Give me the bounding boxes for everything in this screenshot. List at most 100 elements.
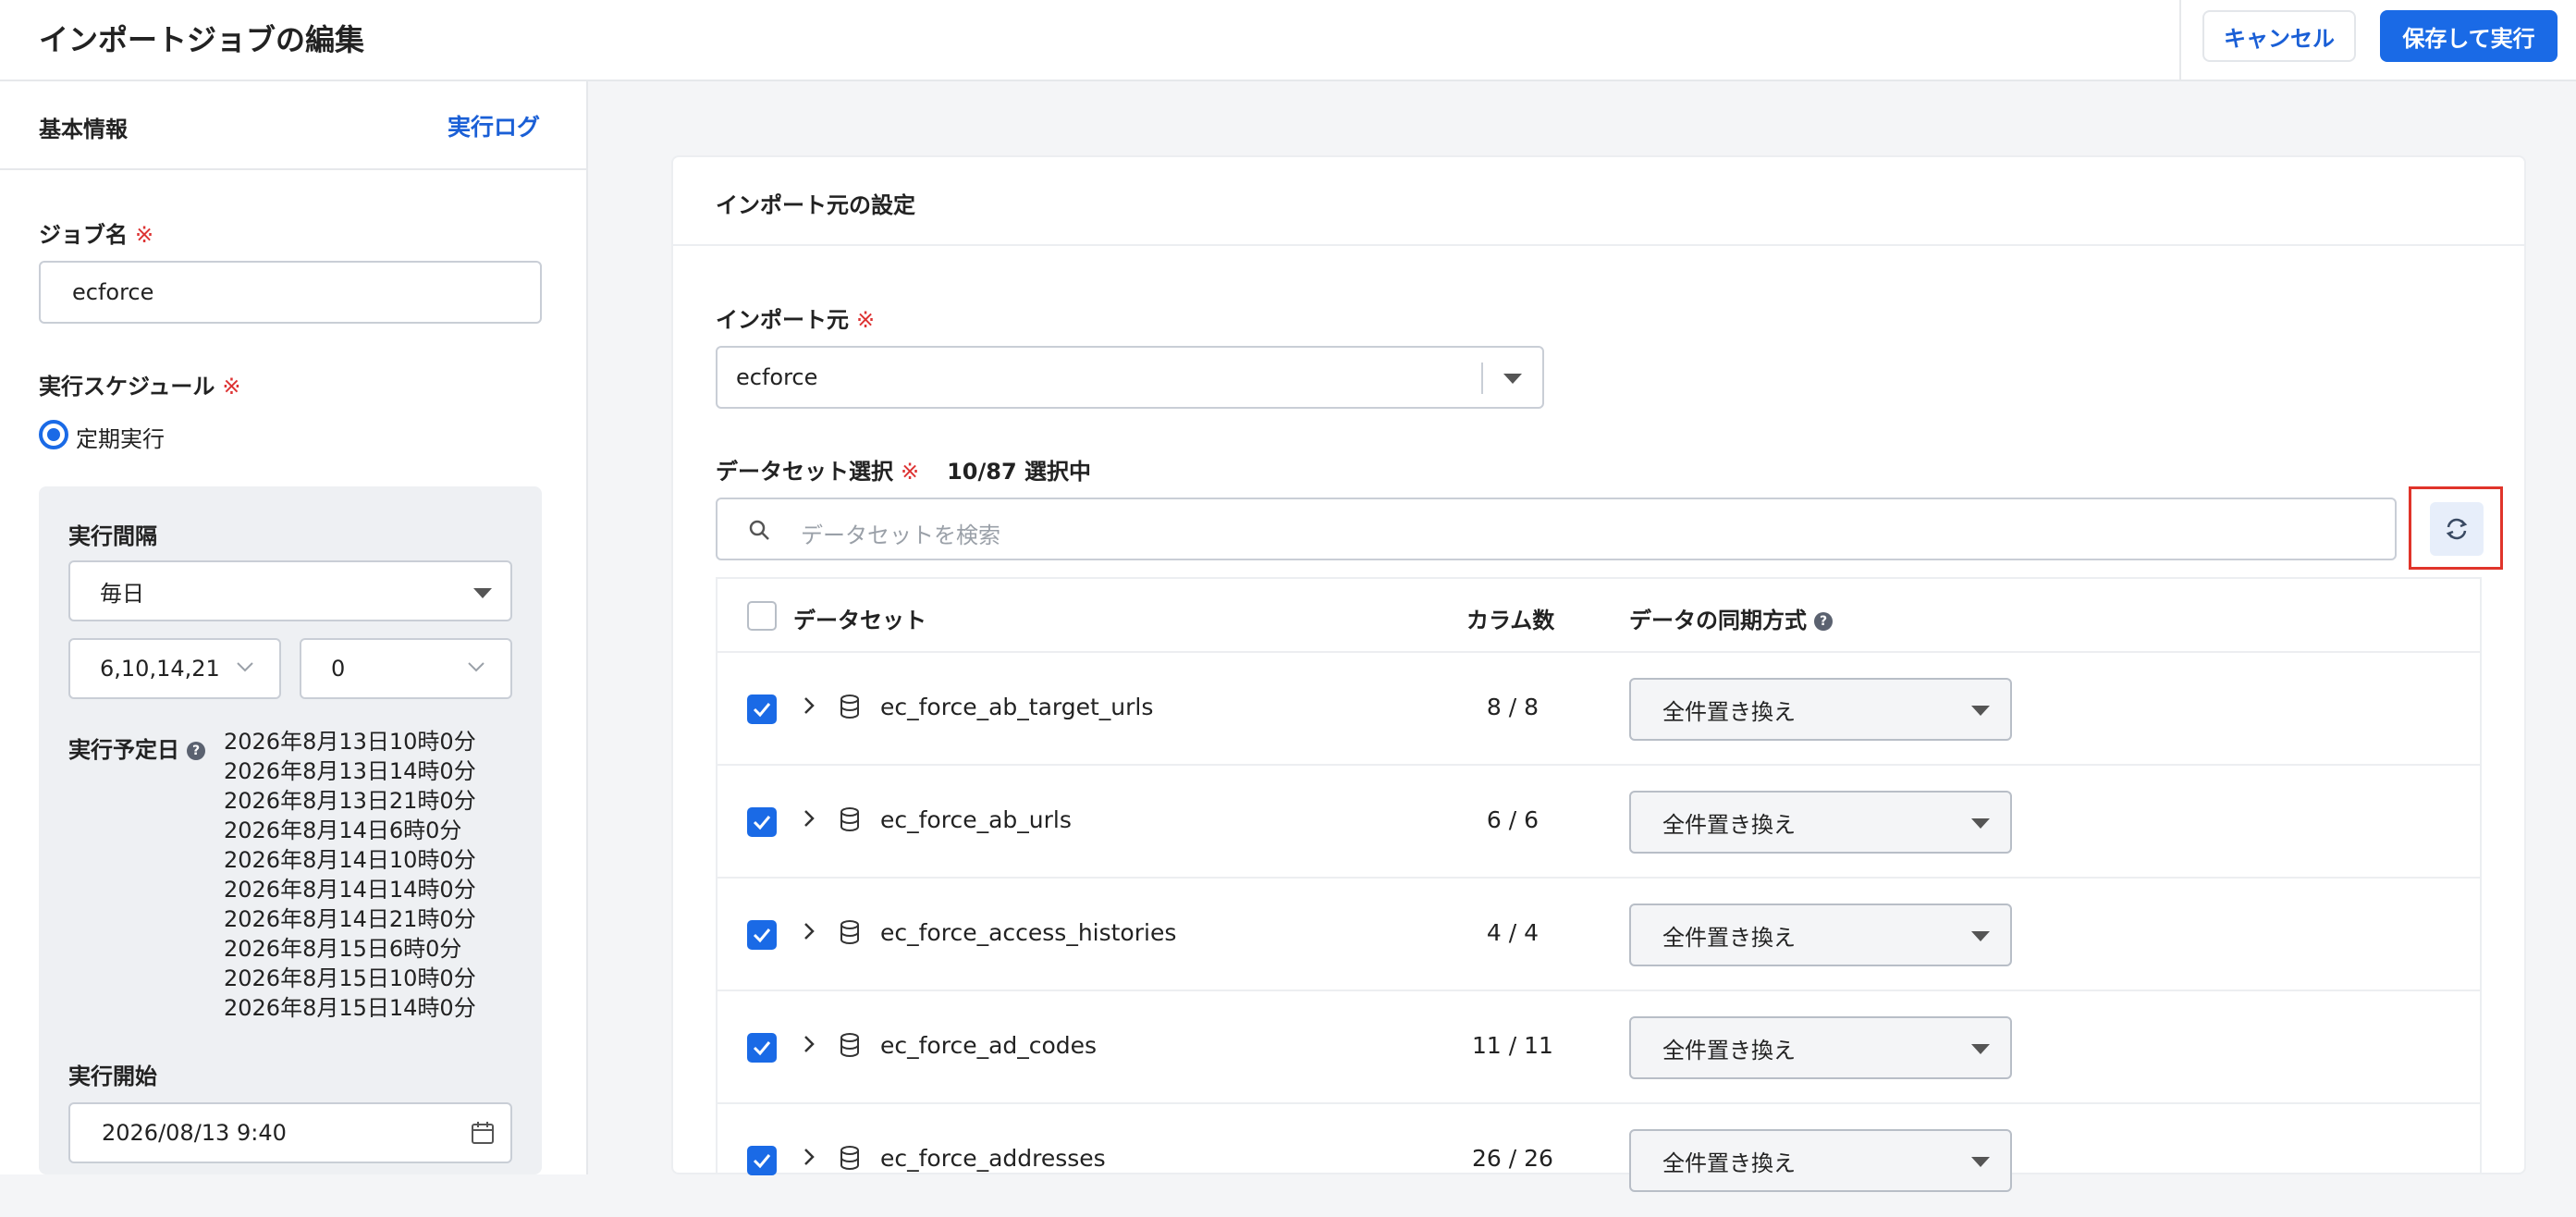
calendar-icon[interactable] [470, 1120, 496, 1146]
select-separator [1481, 363, 1483, 394]
planned-date: 2026年8月15日10時0分 [224, 965, 476, 991]
source-value: ecforce [736, 364, 818, 390]
planned-date: 2026年8月14日10時0分 [224, 847, 476, 873]
sync-method-value: 全件置き換え [1662, 698, 1796, 725]
periodic-radio-label[interactable]: 定期実行 [76, 421, 165, 453]
row-checkbox[interactable] [747, 920, 777, 950]
select-all-checkbox[interactable] [747, 601, 777, 631]
source-label: インポート元 ※ [716, 307, 876, 333]
start-datetime-input[interactable]: 2026/08/13 9:40 [68, 1102, 512, 1163]
planned-date: 2026年8月15日14時0分 [224, 995, 476, 1021]
card-header: インポート元の設定 [673, 157, 2524, 246]
sync-method-value: 全件置き換え [1662, 924, 1796, 951]
planned-date: 2026年8月14日6時0分 [224, 817, 462, 843]
dataset-select-label: データセット選択 ※ 10/87 選択中 [716, 459, 1092, 485]
planned-date: 2026年8月15日6時0分 [224, 936, 462, 962]
check-icon [753, 816, 771, 830]
interval-label: 実行間隔 [68, 523, 157, 549]
required-mark: ※ [135, 222, 154, 248]
column-count: 8 / 8 [1486, 694, 1539, 720]
planned-date: 2026年8月14日21時0分 [224, 906, 476, 932]
refresh-button[interactable] [2430, 502, 2484, 556]
sidebar-header: 基本情報 実行ログ [0, 81, 586, 170]
check-icon [753, 1041, 771, 1056]
sidebar-title: 基本情報 [39, 117, 128, 142]
row-checkbox[interactable] [747, 1146, 777, 1175]
column-count: 26 / 26 [1472, 1145, 1553, 1172]
source-select[interactable]: ecforce [716, 346, 1544, 409]
chevron-down-icon [237, 662, 253, 672]
caret-down-icon [1503, 374, 1522, 384]
caret-down-icon [1971, 818, 1990, 829]
chevron-right-icon[interactable] [797, 1145, 821, 1169]
required-mark: ※ [901, 459, 920, 485]
row-checkbox[interactable] [747, 1033, 777, 1063]
planned-date: 2026年8月13日10時0分 [224, 729, 476, 755]
start-datetime-value: 2026/08/13 9:40 [102, 1120, 287, 1146]
interval-value: 毎日 [100, 580, 144, 607]
caret-down-icon [473, 588, 492, 598]
planned-date: 2026年8月14日14時0分 [224, 877, 476, 903]
database-icon [840, 920, 859, 944]
column-count: 11 / 11 [1472, 1032, 1553, 1059]
sync-method-select[interactable]: 全件置き換え [1629, 791, 2012, 854]
page-title: インポートジョブの編集 [39, 22, 365, 57]
database-icon [840, 695, 859, 719]
planned-dates-list: 2026年8月13日10時0分 2026年8月13日14時0分 2026年8月1… [224, 727, 476, 1023]
help-icon[interactable]: ? [187, 742, 205, 760]
chevron-right-icon[interactable] [797, 919, 821, 943]
hours-select[interactable]: 6,10,14,21 [68, 638, 281, 699]
top-bar: インポートジョブの編集 キャンセル 保存して実行 [0, 0, 2576, 81]
save-and-run-button[interactable]: 保存して実行 [2380, 10, 2558, 62]
required-mark: ※ [222, 374, 241, 400]
table-header: データセット カラム数 データの同期方式? [718, 579, 2480, 653]
table-row: ec_force_ab_urls 6 / 6 全件置き換え [718, 766, 2480, 879]
schedule-label: 実行スケジュール ※ [39, 374, 241, 400]
col-columns: カラム数 [1466, 608, 1555, 633]
search-icon [749, 520, 769, 540]
table-row: ec_force_ad_codes 11 / 11 全件置き換え [718, 991, 2480, 1104]
chevron-right-icon[interactable] [797, 694, 821, 718]
job-name-label: ジョブ名 ※ [39, 222, 154, 248]
periodic-radio[interactable] [39, 420, 68, 449]
sync-method-value: 全件置き換え [1662, 1037, 1796, 1063]
table-row: ec_force_access_histories 4 / 4 全件置き換え [718, 879, 2480, 991]
dataset-name: ec_force_ad_codes [880, 1032, 1098, 1059]
column-count: 6 / 6 [1486, 806, 1539, 833]
caret-down-icon [1971, 1157, 1990, 1167]
table-row: ec_force_ab_target_urls 8 / 8 全件置き換え [718, 653, 2480, 766]
hours-value: 6,10,14,21 [100, 656, 220, 682]
minutes-select[interactable]: 0 [300, 638, 512, 699]
required-mark: ※ [856, 307, 876, 333]
sync-method-select[interactable]: 全件置き換え [1629, 904, 2012, 966]
minutes-value: 0 [331, 656, 346, 682]
cancel-button[interactable]: キャンセル [2202, 10, 2356, 62]
refresh-icon [2446, 518, 2468, 540]
sync-method-select[interactable]: 全件置き換え [1629, 1129, 2012, 1192]
chevron-right-icon[interactable] [797, 806, 821, 830]
refresh-highlight [2409, 486, 2503, 570]
dataset-name: ec_force_ab_target_urls [880, 694, 1154, 720]
dataset-selected-count: 10/87 選択中 [947, 459, 1092, 485]
sync-method-select[interactable]: 全件置き換え [1629, 1016, 2012, 1079]
job-name-input[interactable]: ecforce [39, 261, 542, 324]
database-icon [840, 1033, 859, 1057]
planned-date: 2026年8月13日21時0分 [224, 788, 476, 814]
sync-method-select[interactable]: 全件置き換え [1629, 678, 2012, 741]
row-checkbox[interactable] [747, 695, 777, 724]
column-count: 4 / 4 [1486, 919, 1539, 946]
dataset-name: ec_force_addresses [880, 1145, 1106, 1172]
divider [2179, 0, 2181, 80]
database-icon [840, 1146, 859, 1170]
check-icon [753, 1154, 771, 1169]
dataset-table: データセット カラム数 データの同期方式? ec_force_ab_target… [716, 577, 2482, 1192]
dataset-search-input[interactable]: データセットを検索 [716, 498, 2397, 560]
chevron-right-icon[interactable] [797, 1032, 821, 1056]
execution-log-link[interactable]: 実行ログ [448, 109, 540, 142]
row-checkbox[interactable] [747, 807, 777, 837]
help-icon[interactable]: ? [1814, 612, 1833, 631]
planned-dates-label: 実行予定日? [68, 731, 205, 764]
table-row: ec_force_addresses 26 / 26 全件置き換え [718, 1104, 2480, 1217]
database-icon [840, 807, 859, 831]
interval-select[interactable]: 毎日 [68, 560, 512, 621]
